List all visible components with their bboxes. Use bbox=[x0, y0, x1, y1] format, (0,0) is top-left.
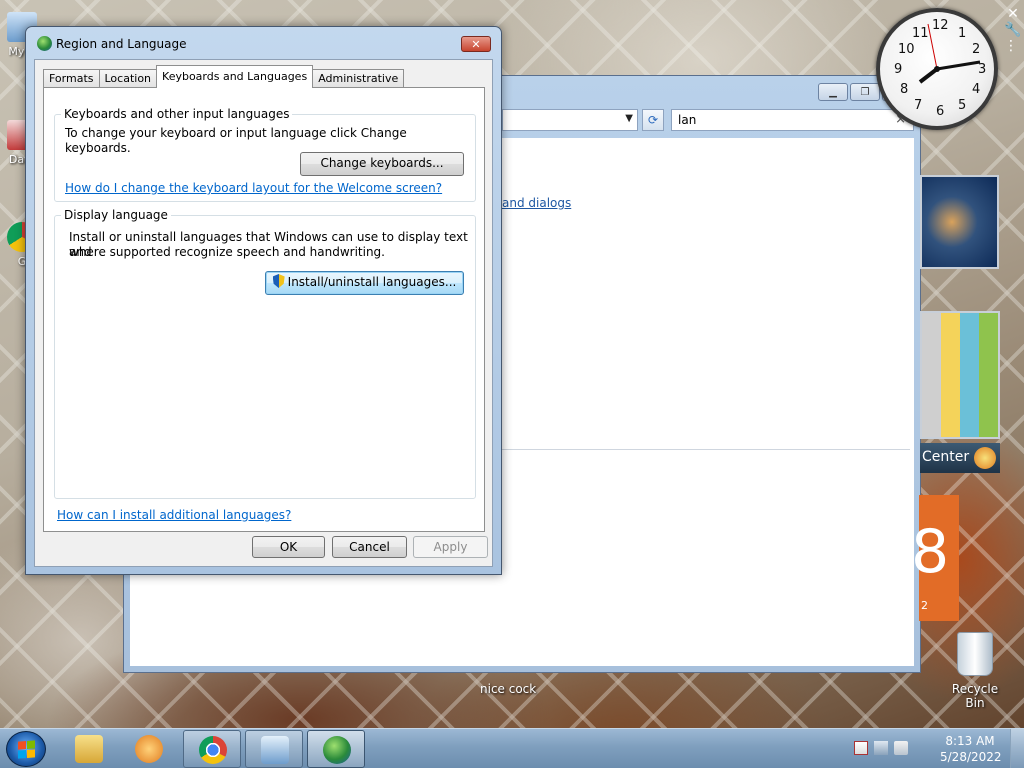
tab-panel: Keyboards and other input languages To c… bbox=[43, 87, 485, 532]
slideshow-gadget[interactable] bbox=[920, 175, 999, 269]
control-panel-link[interactable]: and dialogs bbox=[502, 196, 571, 210]
taskbar-region-language[interactable] bbox=[307, 730, 365, 768]
display-language-description-line2: where supported recognize speech and han… bbox=[69, 245, 385, 259]
tab-keyboards-and-languages[interactable]: Keyboards and Languages bbox=[156, 65, 314, 88]
change-keyboards-button[interactable]: Change keyboards... bbox=[300, 152, 464, 176]
picture-puzzle-gadget[interactable] bbox=[920, 311, 1000, 439]
network-icon[interactable] bbox=[874, 741, 888, 755]
minimize-button[interactable]: ▁ bbox=[818, 83, 848, 101]
refresh-button[interactable]: ⟳ bbox=[642, 109, 664, 131]
search-value: lan bbox=[678, 113, 697, 127]
taskbar-time: 8:13 AM bbox=[945, 734, 995, 748]
dialog-close-button[interactable]: ✕ bbox=[461, 36, 491, 52]
tab-administrative[interactable]: Administrative bbox=[312, 69, 405, 88]
tab-strip: Formats Location Keyboards and Languages… bbox=[43, 65, 405, 88]
tab-formats[interactable]: Formats bbox=[43, 69, 100, 88]
wrench-icon[interactable]: 🔧 bbox=[1004, 22, 1022, 38]
taskbar-explorer[interactable] bbox=[60, 730, 118, 768]
dialog-body: Formats Location Keyboards and Languages… bbox=[34, 59, 493, 567]
windows-logo-icon bbox=[974, 447, 996, 469]
taskbar-control-panel[interactable] bbox=[245, 730, 303, 768]
clock-hands bbox=[918, 23, 981, 84]
cancel-button[interactable]: Cancel bbox=[332, 536, 407, 558]
keyboards-group: Keyboards and other input languages To c… bbox=[54, 107, 476, 202]
media-center-gadget[interactable]: Center bbox=[920, 443, 1000, 473]
chrome-icon bbox=[199, 736, 227, 764]
calendar-small: 2 bbox=[921, 599, 928, 612]
display-language-legend: Display language bbox=[61, 208, 171, 222]
install-uninstall-languages-button[interactable]: Install/uninstall languages... bbox=[265, 271, 464, 295]
close-icon: ✕ bbox=[471, 37, 481, 51]
install-additional-languages-link[interactable]: How can I install additional languages? bbox=[57, 508, 291, 522]
taskbar: 8:13 AM 5/28/2022 bbox=[0, 728, 1024, 768]
taskbar-media-player[interactable] bbox=[120, 730, 178, 768]
tab-location[interactable]: Location bbox=[98, 69, 158, 88]
close-icon[interactable]: ✕ bbox=[1004, 6, 1022, 22]
taskbar-clock[interactable]: 8:13 AM 5/28/2022 bbox=[940, 733, 1002, 765]
drag-handle-icon[interactable]: ⋮⋮ bbox=[1004, 38, 1024, 54]
chevron-down-icon[interactable]: ▼ bbox=[625, 113, 633, 124]
show-desktop-button[interactable] bbox=[1010, 729, 1024, 768]
globe-icon bbox=[323, 736, 351, 764]
gadget-toolbar[interactable]: ✕ 🔧 ⋮⋮ bbox=[1004, 6, 1024, 54]
recycle-bin-label: Recycle Bin bbox=[951, 682, 999, 710]
calendar-gadget[interactable]: 8 2 bbox=[911, 495, 959, 621]
clock-gadget[interactable]: 12 1 2 3 4 5 6 7 8 9 10 11 bbox=[876, 8, 998, 130]
keyboards-group-legend: Keyboards and other input languages bbox=[61, 107, 293, 121]
folder-icon bbox=[75, 735, 103, 763]
ok-button[interactable]: OK bbox=[252, 536, 325, 558]
taskbar-date: 5/28/2022 bbox=[940, 750, 1002, 764]
display-language-group: Display language Install or uninstall la… bbox=[54, 208, 476, 499]
welcome-screen-keyboard-link[interactable]: How do I change the keyboard layout for … bbox=[65, 181, 442, 195]
dialog-title: Region and Language bbox=[56, 37, 187, 51]
volume-icon[interactable] bbox=[894, 741, 908, 755]
action-center-flag-icon[interactable] bbox=[854, 741, 868, 755]
system-tray: 8:13 AM 5/28/2022 bbox=[824, 729, 1024, 768]
media-center-label: Center bbox=[922, 449, 970, 465]
uac-shield-icon bbox=[272, 274, 285, 288]
apply-button[interactable]: Apply bbox=[413, 536, 488, 558]
search-input[interactable]: lan × bbox=[671, 109, 914, 131]
refresh-icon: ⟳ bbox=[647, 113, 659, 127]
install-uninstall-label: Install/uninstall languages... bbox=[287, 275, 457, 289]
address-bar[interactable]: ▼ bbox=[502, 109, 638, 131]
calendar-day: 8 bbox=[911, 517, 950, 587]
recycle-bin[interactable]: Recycle Bin bbox=[942, 632, 1008, 710]
globe-icon bbox=[37, 36, 52, 51]
taskbar-chrome[interactable] bbox=[183, 730, 241, 768]
divider bbox=[502, 449, 910, 450]
start-button[interactable] bbox=[6, 731, 46, 767]
recycle-bin-icon bbox=[957, 632, 993, 676]
windows-logo-icon bbox=[18, 740, 35, 759]
desktop-item-label[interactable]: nice cock bbox=[480, 682, 536, 696]
region-language-dialog[interactable]: Region and Language ✕ Formats Location K… bbox=[25, 26, 502, 575]
maximize-button[interactable]: ❐ bbox=[850, 83, 880, 101]
control-panel-icon bbox=[261, 736, 289, 764]
media-player-icon bbox=[135, 735, 163, 763]
